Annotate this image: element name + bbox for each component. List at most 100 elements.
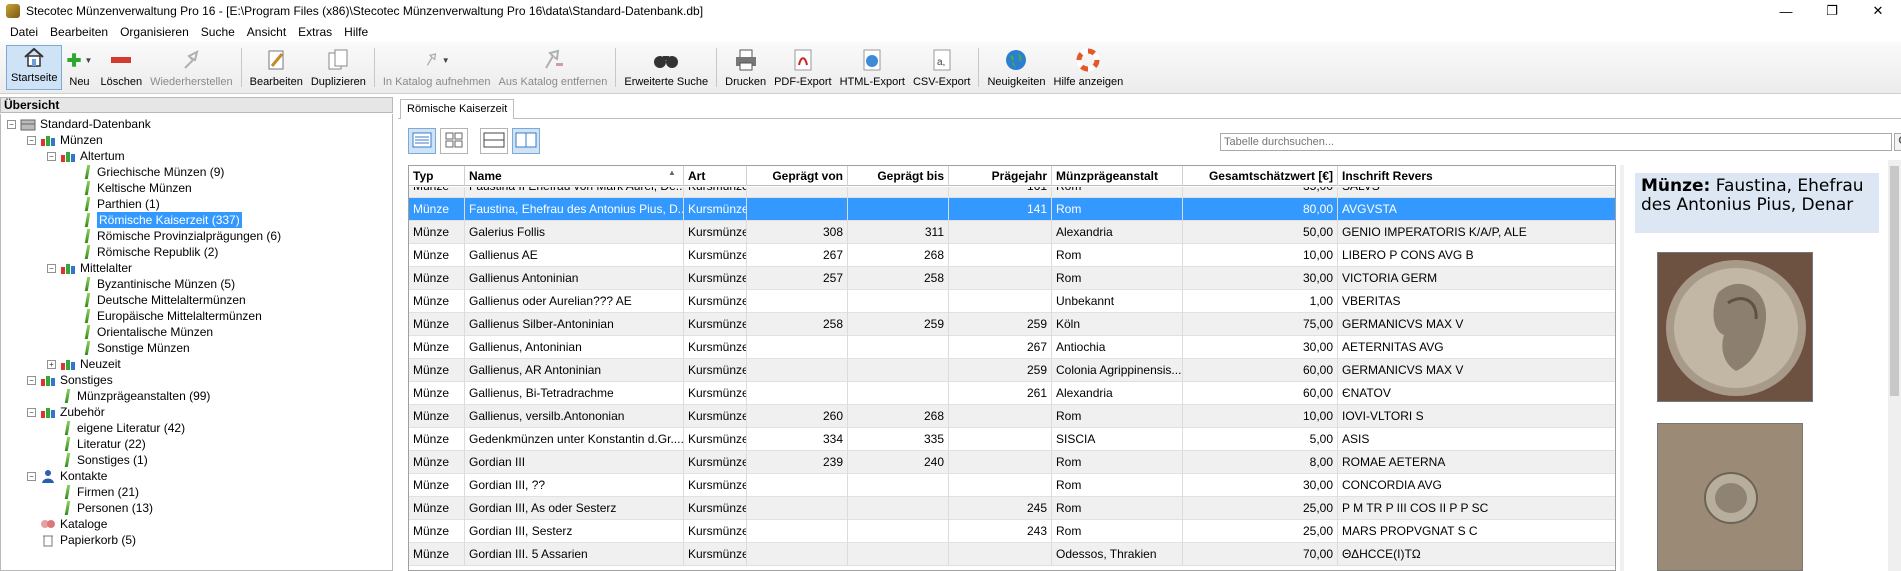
html-export-button[interactable]: HTML-Export — [836, 42, 909, 93]
column-header[interactable]: Inschrift Revers — [1338, 166, 1615, 186]
table-cell — [949, 543, 1052, 566]
tree-item[interactable]: eigene Literatur (42) — [47, 420, 185, 436]
tree-item[interactable]: Literatur (22) — [47, 436, 146, 452]
tree-item[interactable]: Keltische Münzen — [67, 180, 192, 196]
menu-organisieren[interactable]: Organisieren — [114, 25, 195, 39]
column-header[interactable]: Typ — [409, 166, 465, 186]
tree-item[interactable]: Münzprägeanstalten (99) — [47, 388, 210, 404]
tree-item[interactable]: Römische Kaiserzeit (337) — [67, 212, 242, 228]
table-row[interactable]: Münze Gordian III, Sesterz Kursmünze 243 Rom… — [409, 520, 1615, 543]
drucken-button[interactable]: Drucken — [721, 42, 770, 93]
tree-item[interactable]: Papierkorb (5) — [27, 532, 136, 548]
tree-item[interactable]: Byzantinische Münzen (5) — [67, 276, 235, 292]
tree-item[interactable]: Deutsche Mittelaltermünzen — [67, 292, 246, 308]
minimize-button[interactable]: — — [1763, 0, 1809, 22]
startseite-button[interactable]: Startseite — [6, 45, 63, 90]
collapse-icon[interactable]: − — [47, 263, 56, 273]
tree-item[interactable]: Griechische Münzen (9) — [67, 164, 224, 180]
hilfe-anzeigen-button[interactable]: Hilfe anzeigen — [1050, 42, 1128, 93]
column-header[interactable]: Münzprägeanstalt — [1052, 166, 1183, 186]
column-header[interactable]: Name — [465, 166, 684, 186]
restore-button[interactable]: ❐ — [1809, 0, 1855, 22]
table-row[interactable]: Münze Gallienus, versilb.Antononian Kursmü… — [409, 405, 1615, 428]
coin-image-reverse[interactable] — [1657, 423, 1803, 571]
collapse-icon[interactable]: − — [27, 375, 36, 385]
table-row[interactable]: Münze Gallienus oder Aurelian??? AE Kursmü… — [409, 290, 1615, 313]
column-header[interactable]: Geprägt bis — [848, 166, 949, 186]
collapse-icon[interactable]: − — [27, 135, 36, 145]
expand-icon[interactable]: + — [47, 359, 56, 369]
table-row[interactable]: Münze Gallienus AE Kursmünze 267 268 Rom 10,00… — [409, 244, 1615, 267]
menu-datei[interactable]: Datei — [4, 25, 44, 39]
table-row[interactable]: Münze Gordian III, As oder Sesterz Kursmün… — [409, 497, 1615, 520]
collapse-icon[interactable]: − — [7, 119, 16, 129]
split-vertical-button[interactable] — [512, 128, 540, 154]
pdf-export-button[interactable]: PDF-Export — [770, 42, 835, 93]
tree-item[interactable]: − Münzen — [27, 132, 103, 148]
table-row[interactable]: Münze Gallienus, Bi-Tetradrachme Kursmünze… — [409, 382, 1615, 405]
menu-suche[interactable]: Suche — [195, 25, 241, 39]
tree-item[interactable]: − Standard-Datenbank — [7, 116, 151, 132]
tree-item[interactable]: Orientalische Münzen — [67, 324, 213, 340]
menu-ansicht[interactable]: Ansicht — [241, 25, 292, 39]
table-row[interactable]: Münze Gordian III. 5 Assarien Kursmünze Ode… — [409, 543, 1615, 566]
table-row[interactable]: Münze Gallienus, AR Antoninian Kursmünze 25… — [409, 359, 1615, 382]
duplizieren-button[interactable]: Duplizieren — [307, 42, 370, 93]
erweiterte-suche-button[interactable]: Erweiterte Suche — [620, 42, 712, 93]
table-row[interactable]: Münze Gallienus Silber-Antoninian Kursmünz… — [409, 313, 1615, 336]
coin-image-obverse[interactable] — [1657, 252, 1813, 402]
in-katalog-aufnehmen-button[interactable]: ▼ In Katalog aufnehmen — [379, 42, 495, 93]
scrollbar-thumb[interactable] — [1890, 166, 1899, 396]
splitter-handle[interactable] — [1620, 165, 1624, 571]
vertical-scrollbar[interactable] — [1888, 160, 1901, 571]
table-row[interactable]: Münze Gallienus, Antoninian Kursmünze 267 An… — [409, 336, 1615, 359]
loeschen-button[interactable]: Löschen — [96, 42, 146, 93]
tree-item[interactable]: Römische Republik (2) — [67, 244, 218, 260]
menu-bearbeiten[interactable]: Bearbeiten — [44, 25, 114, 39]
csv-export-button[interactable]: a, CSV-Export — [909, 42, 974, 93]
collapse-icon[interactable]: − — [27, 407, 36, 417]
wiederherstellen-button[interactable]: Wiederherstellen — [146, 42, 237, 93]
table-row[interactable]: Münze Gordian III Kursmünze 239 240 Rom 8,00 RO… — [409, 451, 1615, 474]
neuigkeiten-button[interactable]: Neuigkeiten — [983, 42, 1049, 93]
menu-hilfe[interactable]: Hilfe — [338, 25, 374, 39]
list-view-button[interactable] — [408, 128, 436, 154]
column-header[interactable]: Art — [684, 166, 747, 186]
table-row[interactable]: MünzeFaustina II Ehefrau von Mark Aurel,… — [409, 187, 1615, 198]
tree-item[interactable]: − Kontakte — [27, 468, 107, 484]
collapse-icon[interactable]: − — [27, 471, 36, 481]
tree-item[interactable]: Personen (13) — [47, 500, 153, 516]
tree-item[interactable]: Sonstiges (1) — [47, 452, 148, 468]
menu-extras[interactable]: Extras — [292, 25, 338, 39]
close-button[interactable]: ✕ — [1855, 0, 1901, 22]
column-header[interactable]: Prägejahr — [949, 166, 1052, 186]
table-row[interactable]: Münze Gordian III, ?? Kursmünze Rom 30,00 CON… — [409, 474, 1615, 497]
column-header[interactable]: Geprägt von — [747, 166, 848, 186]
neu-button[interactable]: ▼ Neu — [62, 42, 96, 93]
tree-item[interactable]: Kataloge — [27, 516, 107, 532]
tree-item[interactable]: Sonstige Münzen — [67, 340, 190, 356]
table-row[interactable]: Münze Faustina, Ehefrau des Antonius Pius… — [409, 198, 1615, 221]
tree-item[interactable]: − Sonstiges — [27, 372, 113, 388]
tab-roemische-kaiserzeit[interactable]: Römische Kaiserzeit — [400, 99, 515, 119]
tree-item[interactable]: Firmen (21) — [47, 484, 139, 500]
search-button[interactable] — [1894, 133, 1901, 151]
table-row[interactable]: Münze Gallienus Antoninian Kursmünze 257 258… — [409, 267, 1615, 290]
tree-item[interactable]: Parthien (1) — [67, 196, 160, 212]
table-search-input[interactable] — [1220, 133, 1892, 151]
gallery-view-button[interactable] — [440, 128, 468, 154]
column-header[interactable]: Gesamtschätzwert [€] — [1183, 166, 1338, 186]
aus-katalog-entfernen-button[interactable]: Aus Katalog entfernen — [495, 42, 612, 93]
table-cell — [747, 497, 848, 520]
bearbeiten-button[interactable]: Bearbeiten — [246, 42, 307, 93]
tree-item[interactable]: − Mittelalter — [47, 260, 132, 276]
tree-item[interactable]: Europäische Mittelaltermünzen — [67, 308, 262, 324]
tree-item[interactable]: − Altertum — [47, 148, 125, 164]
collapse-icon[interactable]: − — [47, 151, 56, 161]
split-horizontal-button[interactable] — [480, 128, 508, 154]
tree-item[interactable]: + Neuzeit — [47, 356, 121, 372]
table-row[interactable]: Münze Galerius Follis Kursmünze 308 311 Alexa… — [409, 221, 1615, 244]
tree-item[interactable]: Römische Provinzialprägungen (6) — [67, 228, 281, 244]
tree-item[interactable]: − Zubehör — [27, 404, 105, 420]
table-row[interactable]: Münze Gedenkmünzen unter Konstantin d.Gr.… — [409, 428, 1615, 451]
